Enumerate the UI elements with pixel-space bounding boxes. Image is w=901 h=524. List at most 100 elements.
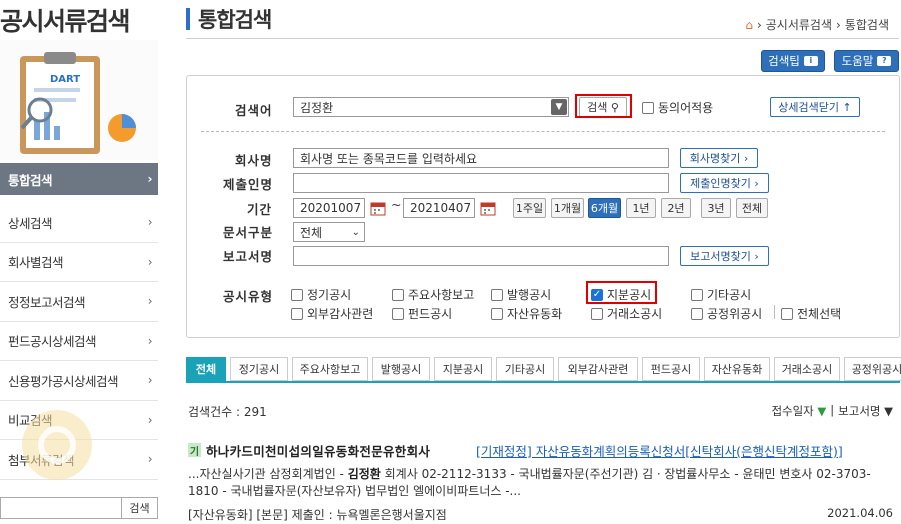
result-meta: [자산유동화] [본문] 제출인 : 뉴욕멜론은행서울지점 (188, 508, 447, 522)
checkbox-icon[interactable] (392, 288, 404, 301)
submitter-label: 제출인명 (223, 177, 274, 192)
tab-all[interactable]: 전체 (186, 357, 226, 381)
period-1week-button[interactable]: 1주일 (513, 198, 546, 218)
search-tip-button[interactable]: 검색팁 i (761, 50, 825, 72)
submitter-find-button[interactable]: 제출인명찾기 › (680, 173, 769, 193)
sidebar-item-label: 정정보고서검색 (8, 294, 86, 310)
result-count: 검색건수 : 291 (188, 405, 267, 419)
synonym-checkbox[interactable]: 동의어적용 (642, 99, 713, 116)
tab-abs[interactable]: 자산유동화 (704, 357, 770, 381)
breadcrumb-item[interactable]: 공시서류검색 (766, 16, 832, 33)
checkbox-icon[interactable] (642, 101, 654, 114)
calendar-icon[interactable] (370, 200, 386, 216)
synonym-label: 동의어적용 (658, 101, 714, 115)
doc-type-select[interactable]: 전체 ⌄ (293, 222, 365, 242)
disclosure-select-all-checkbox[interactable]: 전체선택 (781, 305, 841, 322)
tab-major[interactable]: 주요사항보고 (292, 357, 368, 381)
date-to-input[interactable]: 20210407 (403, 198, 475, 218)
help-label: 도움말 (841, 54, 874, 68)
checkbox-icon[interactable] (491, 288, 503, 301)
keyword-label: 검색어 (235, 103, 273, 118)
tab-issue[interactable]: 발행공시 (372, 357, 430, 381)
disclosure-exchange-checkbox[interactable]: 거래소공시 (591, 305, 662, 322)
result-title-link[interactable]: [기재정정] 자산유동화계획의등록신청서[신탁회사(은행신탁계정포함)] (476, 441, 843, 460)
info-icon: i (803, 56, 818, 66)
company-label: 회사명 (235, 153, 273, 168)
calendar-icon[interactable] (480, 200, 496, 216)
checkbox-icon[interactable] (591, 307, 603, 320)
disclosure-abs-checkbox[interactable]: 자산유동화 (491, 305, 562, 322)
period-label: 기간 (247, 202, 273, 217)
disclosure-audit-checkbox[interactable]: 외부감사관련 (291, 305, 373, 322)
report-find-label: 보고서명찾기 (690, 250, 751, 263)
disclosure-regular-checkbox[interactable]: 정기공시 (291, 286, 351, 303)
home-icon[interactable]: ⌂ (745, 18, 753, 32)
sidebar-search-input[interactable] (0, 497, 122, 519)
period-1year-button[interactable]: 1년 (626, 198, 656, 218)
sidebar-item-credit-search[interactable]: 신용평가공시상세검색 › (0, 361, 158, 401)
chevron-right-icon: › (147, 215, 153, 230)
disclosure-major-checkbox[interactable]: 주요사항보고 (392, 286, 474, 303)
doc-type-value: 전체 (300, 225, 323, 240)
breadcrumb: ⌂ › 공시서류검색 › 통합검색 (745, 16, 889, 33)
snippet-highlight: 김정환 (347, 467, 381, 481)
checkbox-icon[interactable] (291, 307, 303, 320)
disclosure-fund-checkbox[interactable]: 펀드공시 (392, 305, 452, 322)
breadcrumb-item[interactable]: 통합검색 (845, 16, 889, 33)
report-find-button[interactable]: 보고서명찾기 › (680, 246, 769, 266)
tab-audit[interactable]: 외부감사관련 (558, 357, 638, 381)
checkbox-icon[interactable] (781, 307, 793, 320)
checkbox-icon[interactable] (491, 307, 503, 320)
form-divider (201, 131, 885, 132)
keyword-input[interactable]: 김정환 ▼ (293, 97, 569, 117)
period-1month-button[interactable]: 1개월 (551, 198, 584, 218)
result-snippet: ...자산실사기관 삼정회계법인 - 김정환 회계사 02-2112-3133 … (188, 466, 888, 500)
disclosure-ftc-checkbox[interactable]: 공정위공시 (691, 305, 762, 322)
tab-exchange[interactable]: 거래소공시 (774, 357, 840, 381)
report-input[interactable] (293, 246, 669, 266)
tab-ftc[interactable]: 공정위공시 (844, 357, 901, 381)
result-company[interactable]: 하나카드미천미섭의일유동화전문유한회사 (206, 441, 430, 460)
company-input[interactable]: 회사명 또는 종목코드를 입력하세요 (293, 148, 669, 168)
sidebar-item-integrated-search[interactable]: 통합검색 › (0, 163, 158, 195)
tab-fund[interactable]: 펀드공시 (642, 357, 700, 381)
checkbox-icon[interactable] (392, 307, 404, 320)
sidebar-item-detail-search[interactable]: 상세검색 › (0, 203, 158, 243)
submitter-input[interactable] (293, 173, 669, 193)
period-2year-button[interactable]: 2년 (661, 198, 691, 218)
chevron-right-icon: › (147, 172, 153, 186)
chevron-right-icon: › (147, 254, 153, 269)
tab-equity[interactable]: 지분공시 (434, 357, 492, 381)
sort-by-date[interactable]: 접수일자 ▼ (771, 403, 826, 419)
sidebar-item-company-search[interactable]: 회사별검색 › (0, 243, 158, 282)
help-button[interactable]: 도움말? (834, 50, 899, 72)
sort-by-report[interactable]: 보고서명 ▼ (838, 403, 893, 419)
company-find-button[interactable]: 회사명찾기 › (680, 148, 758, 168)
sidebar-title: 공시서류검색 (0, 7, 131, 36)
sidebar-search-button[interactable]: 검색 (122, 497, 158, 519)
period-6month-button[interactable]: 6개월 (588, 198, 621, 218)
sidebar-item-correction-search[interactable]: 정정보고서검색 › (0, 282, 158, 322)
checkbox-label: 공정위공시 (707, 307, 763, 321)
detail-search-toggle[interactable]: 상세검색닫기 ↑ (770, 97, 860, 117)
submitter-find-label: 제출인명찾기 (690, 177, 751, 190)
sort-date-label: 접수일자 (771, 404, 814, 418)
tab-regular[interactable]: 정기공시 (230, 357, 288, 381)
snippet-text: ...자산실사기관 삼정회계법인 - (188, 467, 348, 481)
disclosure-other-checkbox[interactable]: 기타공시 (691, 286, 751, 303)
period-all-button[interactable]: 전체 (736, 198, 768, 218)
checkbox-icon[interactable] (291, 288, 303, 301)
date-from-input[interactable]: 20201007 (293, 198, 365, 218)
disclosure-issue-checkbox[interactable]: 발행공시 (491, 286, 551, 303)
checkbox-icon[interactable] (691, 307, 703, 320)
dropdown-arrow-icon[interactable]: ▼ (551, 99, 567, 115)
period-3year-button[interactable]: 3년 (701, 198, 731, 218)
page: 공시서류검색 DART 통합검색 › 상세검색 › 회사별검색 › 정정보고서검색 › … (0, 0, 901, 524)
tab-other[interactable]: 기타공시 (496, 357, 554, 381)
checkbox-icon[interactable] (691, 288, 703, 301)
company-find-label: 회사명찾기 (689, 152, 741, 165)
sort-controls: 접수일자 ▼ | 보고서명 ▼ (771, 403, 893, 419)
sidebar-item-fund-search[interactable]: 펀드공시상세검색 › (0, 322, 158, 361)
date-separator: ~ (391, 197, 403, 212)
sidebar-item-label: 펀드공시상세검색 (8, 334, 97, 350)
